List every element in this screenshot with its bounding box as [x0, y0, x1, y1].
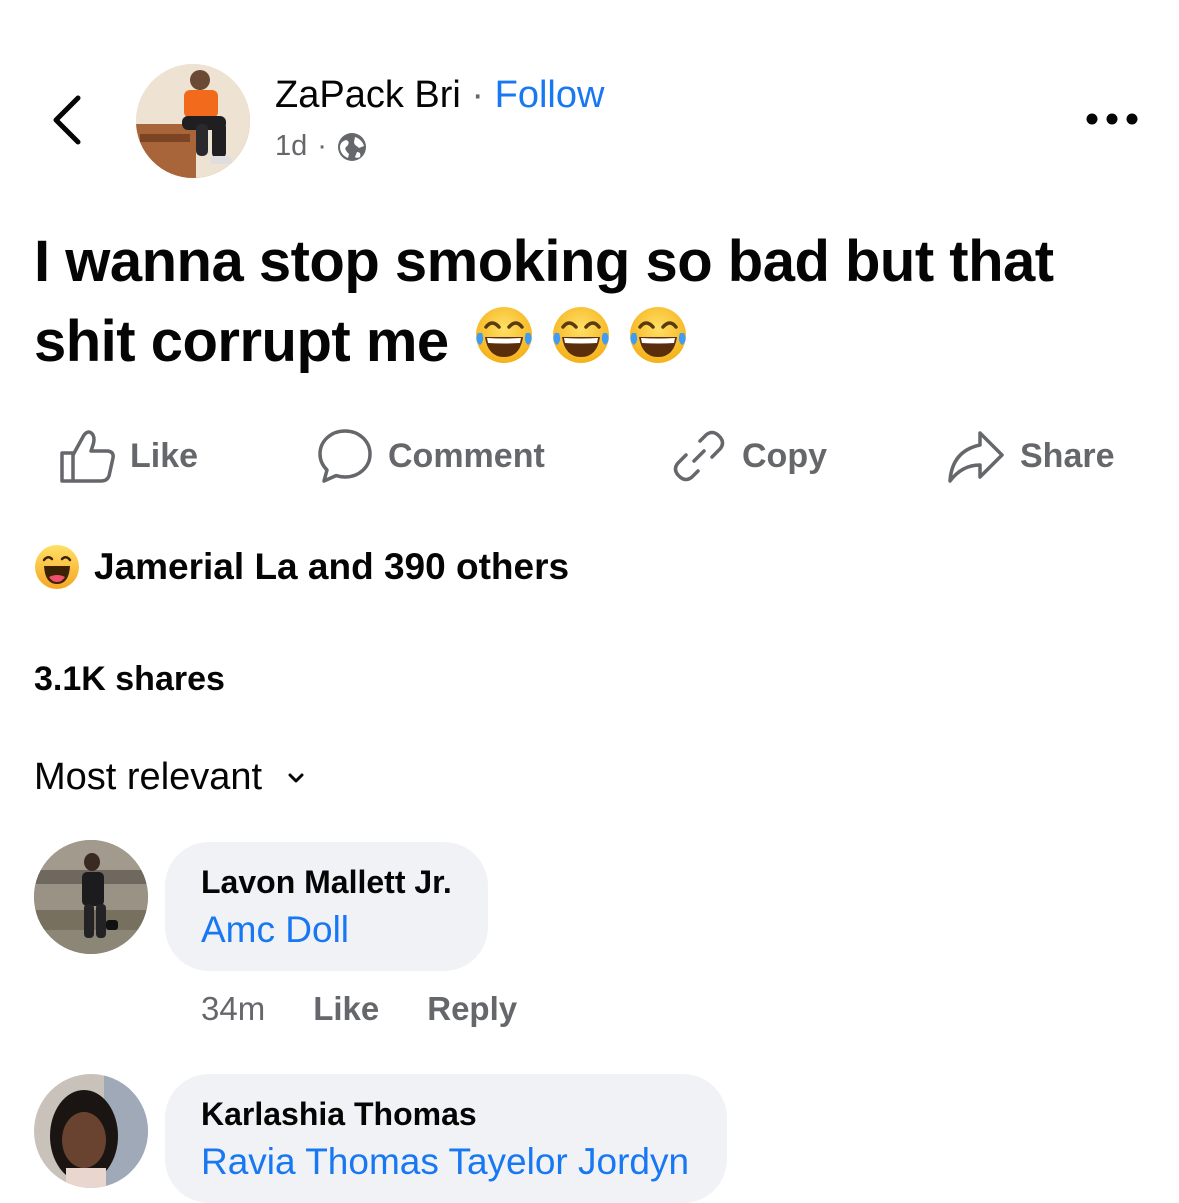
comment-time: 34m [201, 990, 266, 1027]
comment-reply-button[interactable]: Reply [427, 990, 517, 1028]
post-time[interactable]: 1d [275, 130, 307, 163]
thumbs-up-icon [60, 430, 115, 483]
like-button[interactable]: Like [58, 424, 198, 488]
post-text: I wanna stop smoking so bad but that shi… [34, 222, 1134, 388]
chevron-down-icon [288, 773, 304, 782]
laughing-tears-emoji [472, 303, 690, 388]
globe-icon [337, 132, 366, 161]
author-name[interactable]: ZaPack Bri [275, 74, 461, 116]
comment-like-button[interactable]: Like [313, 990, 379, 1028]
share-button[interactable]: Share [946, 424, 1115, 488]
comment-button[interactable]: Comment [316, 424, 545, 488]
commenter-avatar[interactable] [34, 840, 148, 954]
author-avatar[interactable] [136, 64, 250, 178]
meta-dot: · [317, 130, 327, 162]
commenter-photo [34, 1074, 148, 1188]
name-separator: · [471, 74, 485, 116]
more-options-button[interactable] [1082, 104, 1142, 134]
author-line: ZaPack Bri · Follow [275, 74, 604, 117]
back-button[interactable] [40, 88, 96, 152]
copy-button[interactable]: Copy [670, 424, 827, 488]
comment-sort-dropdown[interactable]: Most relevant [34, 756, 304, 799]
post-actions: Like Comment Copy Share [0, 424, 1179, 488]
comment-bubble: Lavon Mallett Jr. Amc Doll [165, 842, 488, 971]
share-label: Share [1020, 436, 1115, 475]
commenter-avatar[interactable] [34, 1074, 148, 1188]
back-chevron-icon [53, 95, 81, 145]
follow-button[interactable]: Follow [495, 74, 605, 116]
share-arrow-icon [948, 431, 1004, 483]
like-label: Like [130, 436, 199, 475]
comment-label: Comment [388, 436, 545, 475]
more-options-icon [1086, 113, 1138, 125]
avatar-photo [136, 64, 250, 178]
comment-meta: 34m Like Reply [201, 990, 517, 1028]
comment-bubble-icon [318, 429, 372, 483]
comment-text[interactable]: Amc Doll [201, 909, 452, 951]
sort-label: Most relevant [34, 756, 263, 798]
copy-label: Copy [742, 436, 827, 475]
comment-bubble: Karlashia Thomas Ravia Thomas Tayelor Jo… [165, 1074, 728, 1203]
post-meta: 1d · [275, 130, 367, 163]
shares-count[interactable]: 3.1K shares [34, 660, 225, 699]
reactions-summary[interactable]: Jamerial La and 390 others [34, 544, 569, 590]
commenter-photo [34, 840, 148, 954]
link-icon [673, 430, 725, 482]
commenter-name[interactable]: Lavon Mallett Jr. [201, 864, 452, 901]
reactions-text: Jamerial La and 390 others [94, 546, 570, 587]
commenter-name[interactable]: Karlashia Thomas [201, 1096, 689, 1133]
comment-text[interactable]: Ravia Thomas Tayelor Jordyn [201, 1141, 689, 1183]
haha-reaction-icon [35, 545, 79, 589]
